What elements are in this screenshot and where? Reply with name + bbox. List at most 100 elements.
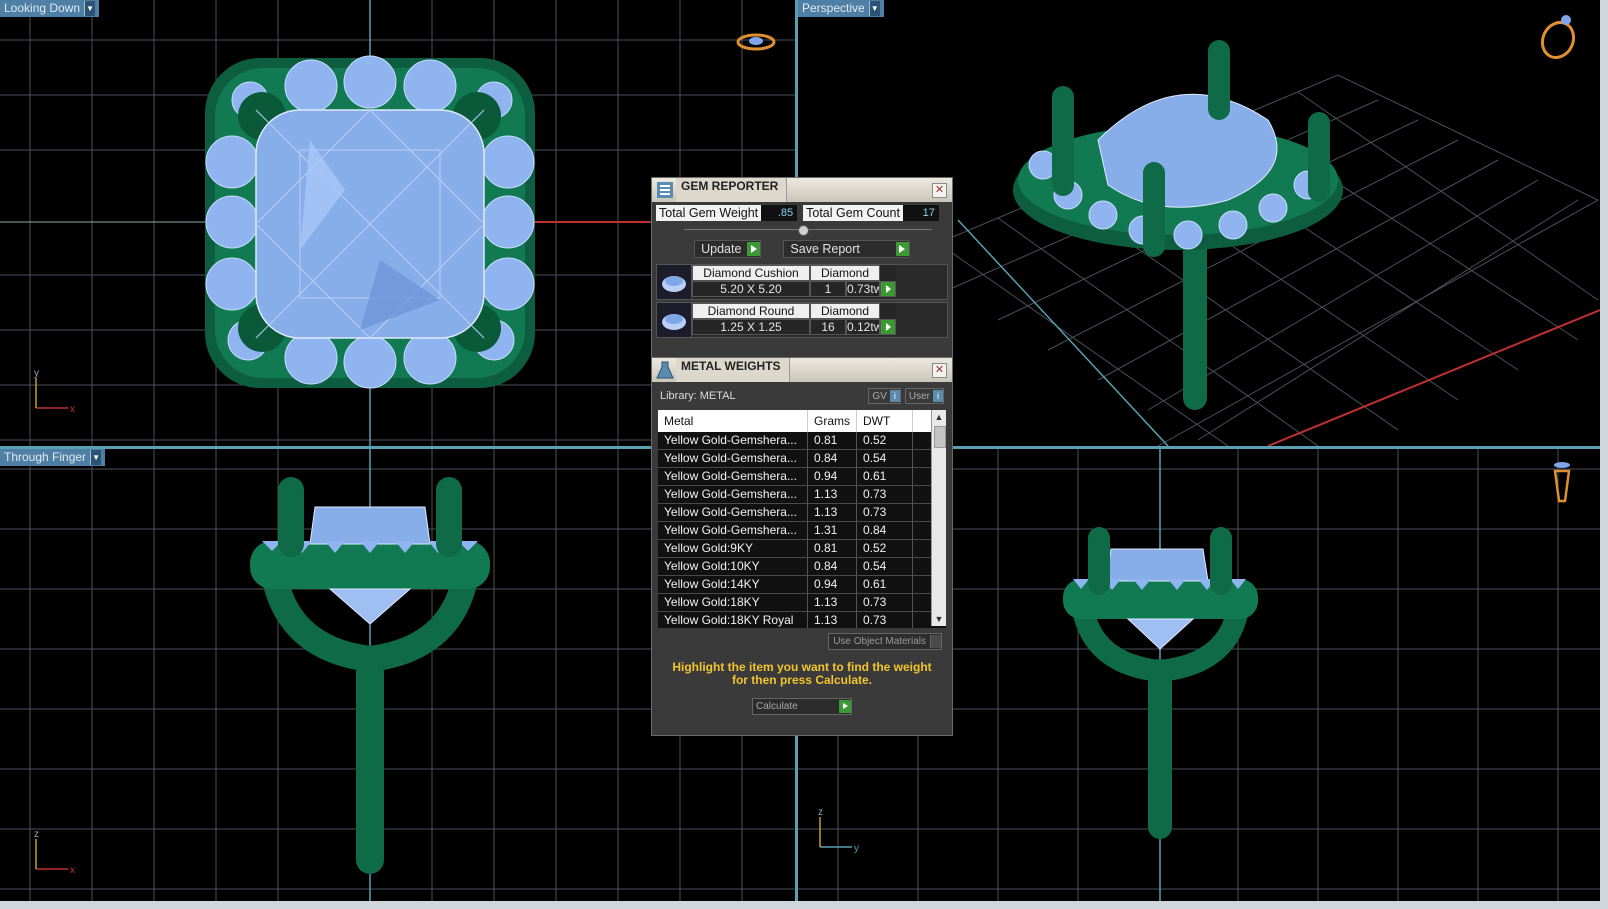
gem-row-spacer bbox=[880, 303, 896, 319]
gv-toggle[interactable]: GV i bbox=[868, 388, 901, 404]
viewport-label-text: Perspective bbox=[802, 1, 865, 15]
info-icon: i bbox=[933, 390, 943, 402]
window-border bbox=[0, 901, 1608, 909]
column-header-dwt[interactable]: DWT bbox=[857, 410, 913, 432]
metal-dwt: 0.73 bbox=[857, 504, 913, 521]
gem-size: 5.20 X 5.20 bbox=[692, 281, 810, 297]
viewport-label-text: Through Finger bbox=[4, 450, 87, 464]
metal-dwt: 0.61 bbox=[857, 468, 913, 485]
hint-line: for then press Calculate. bbox=[731, 673, 873, 687]
axis-h-label: x bbox=[70, 865, 75, 876]
metal-dwt: 0.73 bbox=[857, 486, 913, 503]
metal-dwt: 0.54 bbox=[857, 558, 913, 575]
calculate-button[interactable]: Calculate bbox=[752, 697, 852, 715]
column-header-metal[interactable]: Metal bbox=[658, 410, 808, 432]
axis-h-label: y bbox=[854, 843, 859, 854]
metal-dwt: 0.73 bbox=[857, 612, 913, 628]
viewport-label-looking-down[interactable]: Looking Down ▼ bbox=[0, 0, 100, 17]
metal-grams: 0.84 bbox=[808, 450, 857, 467]
metal-grams: 1.31 bbox=[808, 522, 857, 539]
metal-dwt: 0.73 bbox=[857, 594, 913, 611]
library-label: Library: METAL bbox=[660, 390, 736, 402]
ring-perspective-icon[interactable] bbox=[1536, 12, 1580, 62]
gem-count: 1 bbox=[810, 281, 846, 297]
gem-row[interactable]: Diamond Cushion Diamond 5.20 X 5.20 1 0.… bbox=[656, 264, 948, 300]
window-border bbox=[1600, 0, 1608, 909]
viewport-label-perspective[interactable]: Perspective ▼ bbox=[798, 0, 884, 17]
viewport-label-through-finger[interactable]: Through Finger ▼ bbox=[0, 449, 106, 466]
gem-reporter-actions: Update Save Report bbox=[652, 236, 952, 262]
ring-top-icon[interactable] bbox=[734, 30, 778, 54]
chevron-up-icon[interactable]: ▲ bbox=[932, 410, 946, 424]
chevron-down-icon[interactable]: ▼ bbox=[90, 450, 102, 465]
user-label: User bbox=[908, 390, 930, 402]
gem-weight: 0.73tw bbox=[846, 281, 880, 297]
scrollbar-thumb[interactable] bbox=[934, 426, 946, 448]
panel-titlebar[interactable]: GEM REPORTER ✕ bbox=[652, 178, 952, 202]
table-row[interactable]: Yellow Gold:14KY 0.94 0.61 bbox=[658, 576, 946, 594]
close-icon[interactable]: ✕ bbox=[932, 363, 947, 378]
save-report-button-label: Save Report bbox=[790, 242, 860, 256]
table-row[interactable]: Yellow Gold-Gemshera... 0.81 0.52 bbox=[658, 432, 946, 450]
total-gem-weight-label: Total Gem Weight bbox=[656, 205, 762, 221]
axis-h-label: x bbox=[70, 404, 75, 415]
play-icon bbox=[839, 699, 851, 713]
gem-type: Diamond bbox=[810, 303, 880, 319]
gem-name: Diamond Round bbox=[692, 303, 810, 319]
metal-name: Yellow Gold-Gemshera... bbox=[658, 450, 808, 467]
metal-grams: 0.94 bbox=[808, 468, 857, 485]
play-icon[interactable] bbox=[880, 281, 896, 297]
close-icon[interactable]: ✕ bbox=[932, 183, 947, 198]
table-row[interactable]: Yellow Gold:18KY 1.13 0.73 bbox=[658, 594, 946, 612]
metal-name: Yellow Gold:18KY Royal bbox=[658, 612, 808, 628]
metal-name: Yellow Gold-Gemshera... bbox=[658, 432, 808, 449]
table-row[interactable]: Yellow Gold-Gemshera... 1.31 0.84 bbox=[658, 522, 946, 540]
save-report-button[interactable]: Save Report bbox=[783, 240, 910, 258]
table-body: Yellow Gold-Gemshera... 0.81 0.52 Yellow G… bbox=[658, 432, 946, 628]
table-row[interactable]: Yellow Gold:18KY Royal 1.13 0.73 bbox=[658, 612, 946, 628]
table-row[interactable]: Yellow Gold:9KY 0.81 0.52 bbox=[658, 540, 946, 558]
gem-name: Diamond Cushion bbox=[692, 265, 810, 281]
toggle-box bbox=[930, 634, 941, 648]
table-scrollbar[interactable]: ▲ ▼ bbox=[931, 410, 946, 626]
update-button[interactable]: Update bbox=[694, 240, 762, 258]
table-row[interactable]: Yellow Gold-Gemshera... 1.13 0.73 bbox=[658, 504, 946, 522]
chevron-down-icon[interactable]: ▼ bbox=[84, 1, 96, 16]
table-row[interactable]: Yellow Gold-Gemshera... 1.13 0.73 bbox=[658, 486, 946, 504]
metal-table[interactable]: Metal Grams DWT Yellow Gold-Gemshera... 0… bbox=[658, 410, 946, 628]
table-row[interactable]: Yellow Gold:10KY 0.84 0.54 bbox=[658, 558, 946, 576]
table-row[interactable]: Yellow Gold-Gemshera... 0.94 0.61 bbox=[658, 468, 946, 486]
viewport-label-text: Looking Down bbox=[4, 1, 81, 15]
use-object-materials-toggle[interactable]: Use Object Materials bbox=[828, 632, 942, 650]
metal-grams: 0.84 bbox=[808, 558, 857, 575]
panel-title: GEM REPORTER bbox=[676, 178, 788, 202]
ring-side-icon[interactable] bbox=[1550, 457, 1574, 513]
metal-name: Yellow Gold:9KY bbox=[658, 540, 808, 557]
gem-totals: Total Gem Weight .85 Total Gem Count 17 bbox=[652, 202, 952, 224]
user-toggle[interactable]: User i bbox=[904, 388, 944, 404]
play-icon bbox=[747, 242, 761, 256]
slider-handle[interactable] bbox=[798, 225, 809, 236]
play-icon[interactable] bbox=[880, 319, 896, 335]
panel-titlebar[interactable]: METAL WEIGHTS ✕ bbox=[652, 358, 952, 382]
metal-name: Yellow Gold-Gemshera... bbox=[658, 486, 808, 503]
axis-triad-icon: y z bbox=[818, 807, 859, 854]
total-gem-count-value: 17 bbox=[902, 205, 939, 221]
chevron-down-icon[interactable]: ▼ bbox=[868, 1, 880, 16]
gem-list-slider[interactable] bbox=[652, 224, 952, 236]
gem-round-icon bbox=[657, 303, 692, 337]
calculate-row: Calculate bbox=[652, 692, 952, 720]
gem-reporter-panel[interactable]: GEM REPORTER ✕ Total Gem Weight .85 Tota… bbox=[651, 177, 953, 359]
use-object-materials-label: Use Object Materials bbox=[833, 635, 926, 647]
chevron-down-icon[interactable]: ▼ bbox=[932, 612, 946, 626]
library-row: Library: METAL GV i User i bbox=[652, 382, 952, 410]
axis-triad-icon: x y bbox=[34, 368, 75, 415]
metal-grams: 1.13 bbox=[808, 504, 857, 521]
metal-name: Yellow Gold-Gemshera... bbox=[658, 522, 808, 539]
metal-weights-panel[interactable]: METAL WEIGHTS ✕ Library: METAL GV i User… bbox=[651, 357, 953, 736]
table-row[interactable]: Yellow Gold-Gemshera... 0.84 0.54 bbox=[658, 450, 946, 468]
gem-row[interactable]: Diamond Round Diamond 1.25 X 1.25 16 0.1… bbox=[656, 302, 948, 338]
column-header-grams[interactable]: Grams bbox=[808, 410, 857, 432]
panel-title: METAL WEIGHTS bbox=[676, 358, 790, 382]
metal-grams: 1.13 bbox=[808, 594, 857, 611]
